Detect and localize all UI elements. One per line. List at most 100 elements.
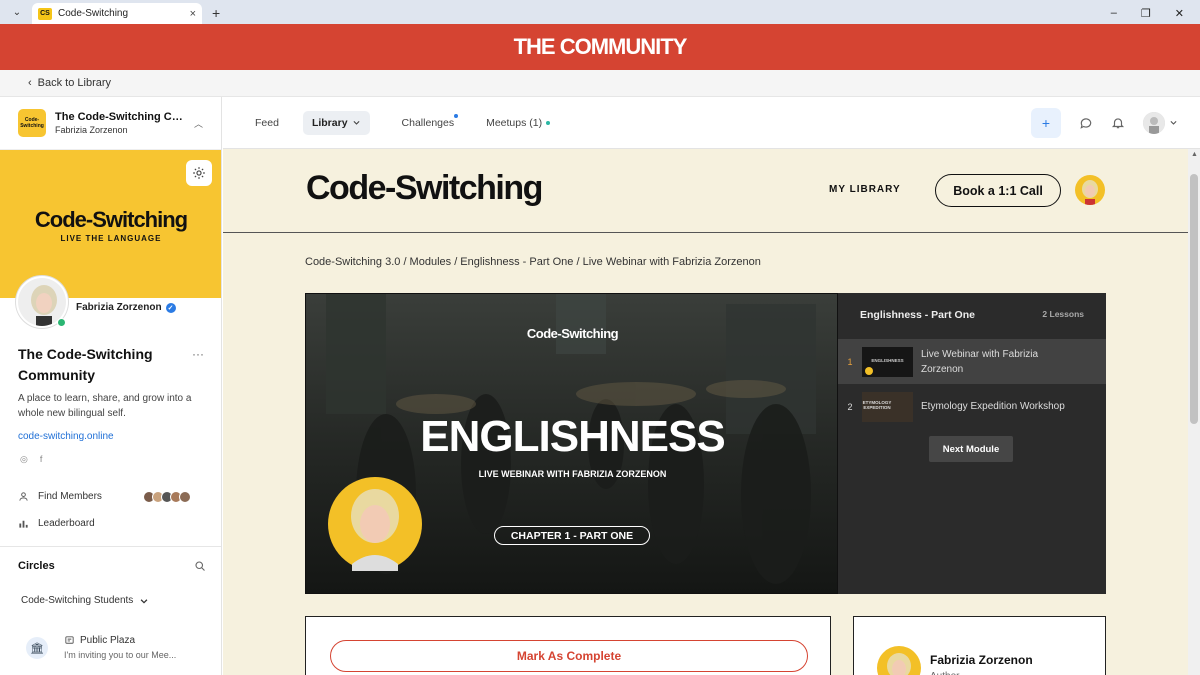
account-menu[interactable] <box>1143 111 1178 134</box>
circle-group-toggle[interactable]: Code-Switching Students <box>21 595 149 606</box>
new-tab-icon[interactable]: + <box>212 5 220 21</box>
member-avatars <box>143 491 191 503</box>
community-banner: THE COMMUNITY <box>0 24 1200 70</box>
lesson-count: 2 Lessons <box>1042 309 1084 319</box>
sidebar-divider <box>0 546 221 547</box>
nav-feed[interactable]: Feed <box>255 117 279 129</box>
video-brand: Code-Switching <box>526 326 619 341</box>
next-module-button[interactable]: Next Module <box>929 436 1013 462</box>
lesson-number: 1 <box>847 356 853 367</box>
find-members-label: Find Members <box>38 491 102 502</box>
nav-library-label: Library <box>311 116 348 129</box>
owner-name[interactable]: Fabrizia Zorzenon <box>76 302 162 313</box>
book-call-button[interactable]: Book a 1:1 Call <box>935 174 1061 207</box>
author-name[interactable]: Fabrizia Zorzenon <box>930 653 1033 667</box>
module-title: Englishness - Part One <box>860 309 975 321</box>
lesson-item[interactable]: 1 ENGLISHNESS Live Webinar with Fabrizia… <box>838 339 1106 384</box>
find-members-row[interactable]: Find Members <box>18 491 102 502</box>
page-scrollbar[interactable]: ▲ <box>1188 149 1200 675</box>
circle-last-message: I'm inviting you to our Mee... <box>64 650 177 660</box>
back-bar: ‹ Back to Library <box>0 70 1200 97</box>
author-role: Author <box>930 671 959 675</box>
website-link[interactable]: code-switching.online <box>18 431 114 442</box>
lesson-thumbnail-text: ENGLISHNESS <box>871 357 904 363</box>
sidebar: Code-Switching The Code-Switching Co... … <box>0 97 222 675</box>
favicon: CS <box>38 7 52 20</box>
author-avatar[interactable] <box>877 646 921 675</box>
building-icon: 🏛 <box>26 637 48 659</box>
chevron-down-icon <box>1170 120 1177 125</box>
circle-public-plaza[interactable]: Public Plaza I'm inviting you to our Mee… <box>64 635 176 660</box>
community-owner-small: Fabrizia Zorzenon <box>55 125 128 135</box>
tab-list-chevron-icon[interactable]: ⌄ <box>6 3 28 21</box>
cover-title: Code-Switching <box>34 207 188 232</box>
online-status-dot <box>57 318 66 327</box>
owner-name-row: Fabrizia Zorzenon ✓ <box>76 302 176 313</box>
top-navigation: Feed Library Challenges Meetups (1) + <box>223 97 1200 149</box>
community-logo: Code-Switching <box>18 109 46 137</box>
nav-meetups[interactable]: Meetups (1) <box>486 117 551 129</box>
header-avatar[interactable] <box>1075 175 1105 205</box>
circles-heading: Circles <box>18 560 55 572</box>
leaderboard-row[interactable]: Leaderboard <box>18 518 95 529</box>
browser-tab[interactable]: CS Code-Switching × <box>32 3 202 24</box>
tab-title: Code-Switching <box>58 8 129 19</box>
mark-complete-button[interactable]: Mark As Complete <box>330 640 808 672</box>
lesson-title: Live Webinar with Fabrizia Zorzenon <box>921 348 1039 375</box>
lesson-title: Etymology Expedition Workshop <box>921 401 1065 412</box>
bar-chart-icon <box>19 520 28 528</box>
library-content: Code-Switching MY LIBRARY Book a 1:1 Cal… <box>223 149 1188 675</box>
chat-bubble-icon[interactable] <box>1079 116 1093 130</box>
community-switcher[interactable]: Code-Switching The Code-Switching Co... … <box>0 97 221 150</box>
cover-image: Code-Switching LIVE THE LANGUAGE <box>0 150 221 298</box>
nav-library[interactable]: Library <box>302 110 370 135</box>
chevron-up-icon[interactable]: ︿ <box>194 117 203 130</box>
back-to-library-link[interactable]: Back to Library <box>38 77 111 89</box>
scrollbar-thumb[interactable] <box>1190 174 1198 424</box>
video-player[interactable]: Code-Switching ENGLISHNESS LIVE WEBINAR … <box>305 293 838 594</box>
gear-icon[interactable] <box>186 160 212 186</box>
scroll-up-icon[interactable]: ▲ <box>1191 151 1198 158</box>
lesson-thumbnail: ENGLISHNESS <box>862 346 913 377</box>
restore-icon[interactable]: ❐ <box>1141 7 1151 20</box>
lesson-thumbnail: ETYMOLOGY EXPEDITION <box>862 391 913 422</box>
chevron-left-icon[interactable]: ‹ <box>28 77 32 89</box>
cover-tagline: LIVE THE LANGUAGE <box>60 234 162 243</box>
community-description: A place to learn, share, and grow into a… <box>18 393 192 419</box>
lesson-thumbnail-text: ETYMOLOGY EXPEDITION <box>862 399 892 410</box>
community-name: The Code-Switching Community <box>18 346 153 383</box>
lesson-number: 2 <box>847 401 853 412</box>
close-tab-icon[interactable]: × <box>190 8 196 20</box>
users-icon <box>19 492 28 501</box>
leaderboard-label: Leaderboard <box>38 518 95 529</box>
library-brand[interactable]: Code-Switching <box>306 169 543 208</box>
lesson-item[interactable]: 2 ETYMOLOGY EXPEDITION Etymology Expedit… <box>838 384 1106 429</box>
nav-challenges[interactable]: Challenges <box>401 113 459 129</box>
lesson-list-panel: Englishness - Part One 2 Lessons 1 ENGLI… <box>838 293 1106 594</box>
nav-challenges-label: Challenges <box>401 116 455 129</box>
community-short-name: The Code-Switching Co... <box>55 111 185 123</box>
instagram-icon[interactable]: ◎ <box>20 454 28 465</box>
create-plus-button[interactable]: + <box>1031 107 1061 138</box>
circle-group-label: Code-Switching Students <box>21 595 134 606</box>
browser-tabbar: ⌄ CS Code-Switching × + – ❐ ✕ <box>0 0 1200 24</box>
notification-dot <box>454 113 459 118</box>
minimize-icon[interactable]: – <box>1111 7 1117 20</box>
my-library-link[interactable]: MY LIBRARY <box>829 184 901 195</box>
video-title: ENGLISHNESS <box>420 412 725 461</box>
facebook-icon[interactable]: f <box>40 454 43 465</box>
banner-title: THE COMMUNITY <box>513 34 688 59</box>
window-close-icon[interactable]: ✕ <box>1175 7 1184 20</box>
author-card: Fabrizia Zorzenon Author <box>853 616 1106 675</box>
chevron-down-icon <box>140 598 148 604</box>
more-options-icon[interactable]: ··· <box>192 347 204 361</box>
chat-icon <box>65 636 74 644</box>
lesson-actions-card: Mark As Complete <box>305 616 831 675</box>
circle-name: Public Plaza <box>80 635 136 646</box>
user-avatar <box>1143 111 1165 134</box>
live-dot <box>546 120 551 125</box>
chapter-pill: CHAPTER 1 - PART ONE <box>494 526 650 545</box>
bell-icon[interactable] <box>1111 116 1125 130</box>
search-icon[interactable] <box>194 560 206 572</box>
breadcrumb[interactable]: Code-Switching 3.0 / Modules / Englishne… <box>305 256 761 268</box>
